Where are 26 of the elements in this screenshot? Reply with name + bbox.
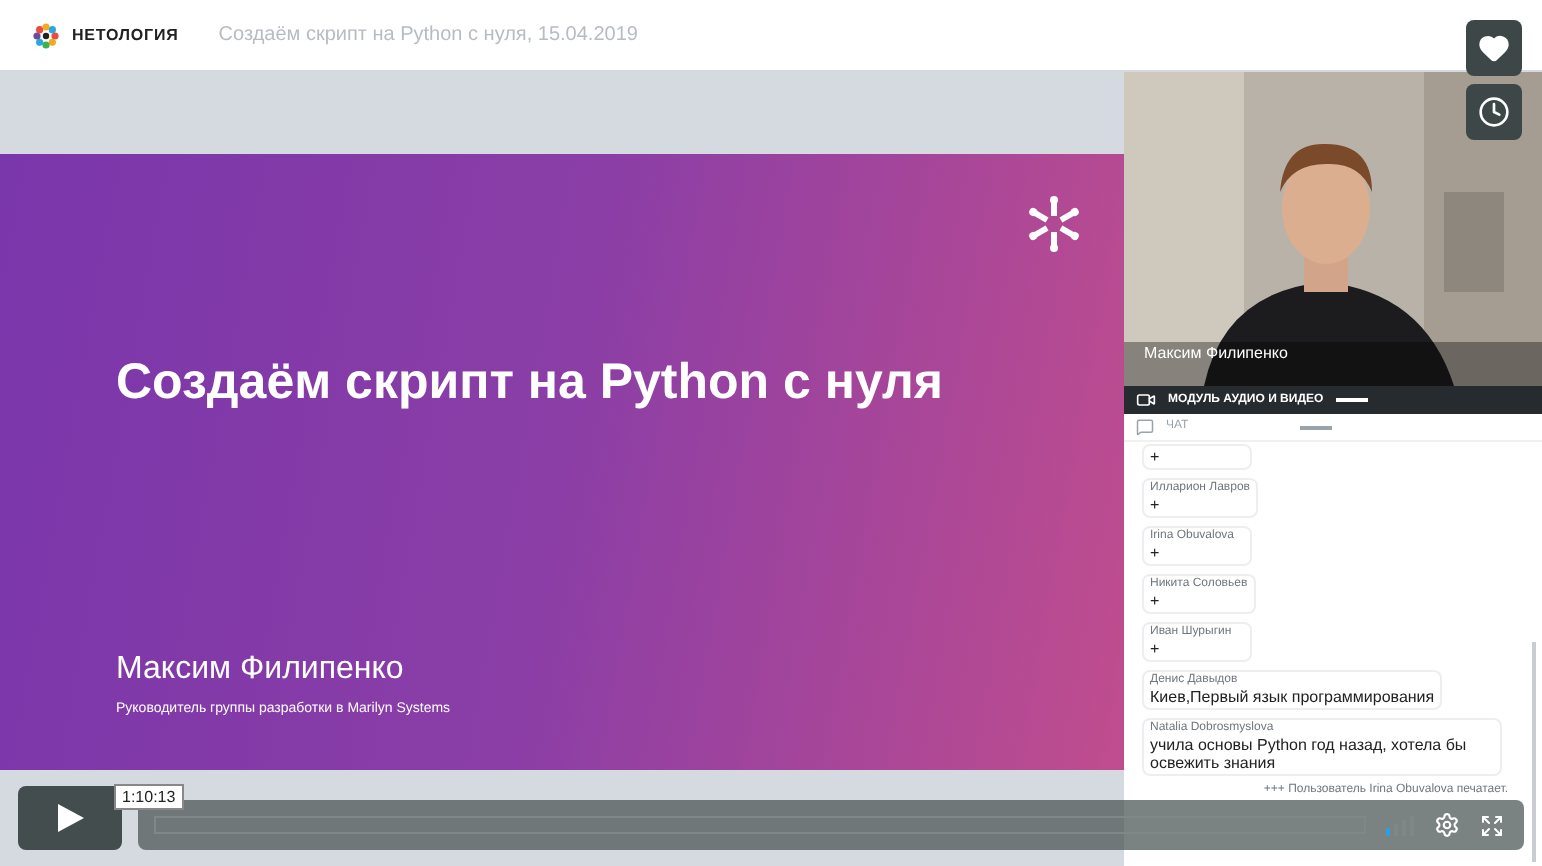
camera-icon [1136, 390, 1156, 410]
message-text: учила основы Python год назад, хотела бы освежить знания [1150, 736, 1469, 772]
time-tooltip: 1:10:13 [114, 784, 184, 810]
message-text: + [1150, 592, 1162, 610]
logo-icon [32, 21, 60, 49]
speaker-name: Максим Филипенко [116, 649, 406, 689]
snowflake-icon [1026, 196, 1082, 252]
settings-icon[interactable] [1434, 812, 1460, 838]
fullscreen-icon[interactable] [1480, 813, 1504, 837]
signal-icon [1386, 815, 1414, 835]
message-text: + [1150, 544, 1162, 562]
clock-icon [1478, 96, 1510, 128]
clock-button[interactable] [1466, 84, 1522, 140]
heart-icon [1478, 32, 1510, 64]
chat-icon [1136, 418, 1154, 436]
message-text: Киев,Первый язык программирования [1150, 688, 1435, 706]
like-button[interactable] [1466, 20, 1522, 76]
video-caption: Максим Филипенко [1144, 342, 1288, 366]
message-text: + [1150, 640, 1162, 658]
play-button[interactable] [18, 786, 122, 850]
page-title: Создаём скрипт на Python с нуля, 15.04.2019 [218, 22, 638, 50]
play-icon [54, 802, 86, 834]
message-text: + [1150, 496, 1162, 514]
logo-text: НЕТОЛОГИЯ [72, 23, 179, 47]
message-text: + [1150, 448, 1162, 466]
slide-title: Создаём скрипт на Python с нуля [116, 352, 945, 414]
